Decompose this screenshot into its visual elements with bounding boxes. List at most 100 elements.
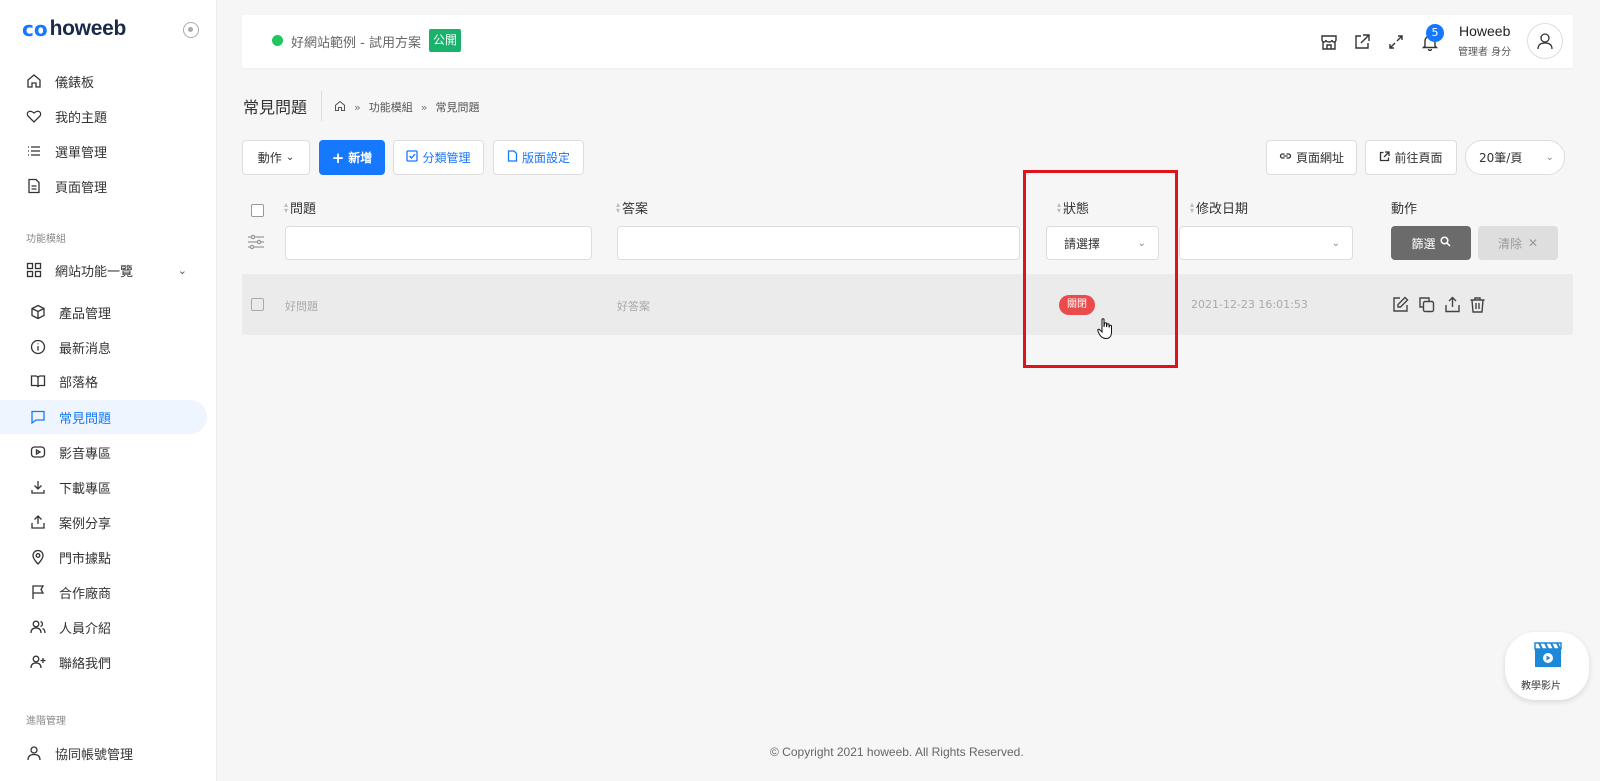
trash-icon[interactable] bbox=[1467, 294, 1487, 314]
sidebar-item-products[interactable]: 產品管理 bbox=[0, 295, 207, 329]
chevron-down-icon: ⌄ bbox=[285, 152, 295, 163]
cell-modified-date: 2021-12-23 16:01:53 bbox=[1191, 298, 1308, 311]
filter-button[interactable]: 篩選 bbox=[1391, 226, 1471, 260]
sidebar-item-label: 影音專區 bbox=[59, 446, 112, 462]
sidebar-item-collab-accounts[interactable]: 協同帳號管理 bbox=[0, 736, 207, 770]
clear-button-label: 清除 bbox=[1497, 236, 1522, 251]
clear-button[interactable]: 清除 ✕ bbox=[1478, 226, 1558, 260]
sidebar-item-label: 協同帳號管理 bbox=[55, 747, 134, 763]
per-page-value: 20筆/頁 bbox=[1479, 151, 1523, 165]
external-link-icon[interactable] bbox=[1351, 31, 1373, 53]
sidebar-collapse-icon[interactable] bbox=[183, 22, 199, 38]
column-header-modified[interactable]: ▴ ▾ 修改日期 bbox=[1190, 198, 1248, 217]
sidebar-item-contact[interactable]: 聯絡我們 bbox=[0, 645, 207, 679]
column-header-question[interactable]: ▴ ▾ 問題 bbox=[284, 198, 316, 217]
sidebar-item-pages[interactable]: 頁面管理 bbox=[0, 169, 207, 203]
external-link-icon bbox=[1379, 150, 1391, 165]
copy-icon[interactable] bbox=[1416, 294, 1436, 314]
heart-icon bbox=[25, 107, 43, 125]
column-title: 問題 bbox=[290, 202, 317, 217]
grid-icon bbox=[25, 261, 43, 279]
flag-icon bbox=[29, 583, 47, 601]
user-name[interactable]: Howeeb bbox=[1459, 23, 1510, 39]
sidebar-item-label: 產品管理 bbox=[59, 306, 112, 322]
logo-mark: co bbox=[22, 17, 48, 41]
question-filter-input[interactable] bbox=[285, 226, 592, 260]
answer-filter-input[interactable] bbox=[617, 226, 1020, 260]
sidebar-item-stores[interactable]: 門市據點 bbox=[0, 540, 207, 574]
sidebar-item-label: 聯絡我們 bbox=[59, 656, 112, 672]
add-button[interactable]: + 新增 bbox=[319, 140, 385, 175]
chevron-down-icon: ⌄ bbox=[177, 263, 187, 277]
sidebar-item-label: 下載專區 bbox=[59, 481, 112, 497]
sidebar-item-team[interactable]: 人員介紹 bbox=[0, 610, 207, 644]
category-management-label: 分類管理 bbox=[422, 151, 471, 165]
brand-logo[interactable]: co howeeb bbox=[22, 17, 126, 41]
sidebar-item-menus[interactable]: 選單管理 bbox=[0, 134, 207, 168]
footer-copyright: © Copyright 2021 howeeb. All Rights Rese… bbox=[770, 745, 1024, 759]
clapperboard-icon bbox=[1533, 639, 1563, 673]
store-icon[interactable] bbox=[1318, 31, 1340, 53]
user-icon bbox=[25, 744, 43, 762]
sidebar-item-themes[interactable]: 我的主題 bbox=[0, 99, 207, 133]
tutorial-video-button[interactable]: 教學影片 bbox=[1505, 632, 1589, 700]
sort-icon: ▴ ▾ bbox=[1190, 199, 1195, 215]
video-icon bbox=[29, 443, 47, 461]
sidebar-item-label: 我的主題 bbox=[55, 110, 108, 126]
sidebar-item-label: 常見問題 bbox=[59, 411, 112, 427]
table-row[interactable]: 好問題 好答案 關閉 2021-12-23 16:01:53 bbox=[242, 274, 1573, 335]
goto-page-button[interactable]: 前往頁面 bbox=[1365, 140, 1457, 175]
select-all-checkbox[interactable] bbox=[251, 204, 264, 217]
tutorial-label: 教學影片 bbox=[1521, 681, 1561, 692]
export-icon[interactable] bbox=[1442, 294, 1462, 314]
bulk-actions-label: 動作 bbox=[257, 151, 282, 165]
sidebar-group-site-features[interactable]: 網站功能一覽 ⌄ bbox=[0, 253, 207, 287]
box-icon bbox=[29, 303, 47, 321]
bulk-actions-dropdown[interactable]: 動作 ⌄ bbox=[242, 140, 310, 175]
edit-icon[interactable] bbox=[1390, 294, 1410, 314]
sidebar-item-blog[interactable]: 部落格 bbox=[0, 364, 207, 398]
sidebar-item-label: 案例分享 bbox=[59, 516, 112, 532]
row-checkbox[interactable] bbox=[251, 298, 264, 311]
cell-answer: 好答案 bbox=[617, 300, 650, 313]
filter-sliders-icon[interactable] bbox=[247, 234, 265, 254]
page-url-button[interactable]: 頁面網址 bbox=[1266, 140, 1357, 175]
top-header: 好網站範例 - 試用方案 公開 5 Howeeb 管理者 身分 bbox=[242, 15, 1573, 68]
file-icon bbox=[507, 150, 518, 165]
breadcrumb-item-modules[interactable]: 功能模組 bbox=[369, 99, 413, 115]
sidebar-item-cases[interactable]: 案例分享 bbox=[0, 505, 207, 539]
sidebar-item-partners[interactable]: 合作廠商 bbox=[0, 575, 207, 609]
avatar[interactable] bbox=[1527, 23, 1563, 59]
sidebar: co howeeb 儀錶板 我的主題 選單管理 頁面管理 功能模組 網站功能一覽… bbox=[0, 0, 217, 781]
table-header: ▴ ▾ 問題 ▴ ▾ 答案 ▴ ▾ 狀態 ▴ ▾ 修改日期 動作 請選擇 ⌄ ⌄ 篩選 … bbox=[242, 190, 1573, 270]
sidebar-item-downloads[interactable]: 下載專區 bbox=[0, 470, 207, 504]
users-icon bbox=[29, 618, 47, 636]
sidebar-item-faq[interactable]: 常見問題 bbox=[0, 400, 207, 434]
info-icon bbox=[29, 338, 47, 356]
fullscreen-icon[interactable] bbox=[1385, 31, 1407, 53]
category-management-button[interactable]: 分類管理 bbox=[393, 140, 484, 175]
sidebar-item-label: 合作廠商 bbox=[59, 586, 112, 602]
sidebar-item-label: 部落格 bbox=[59, 375, 99, 391]
sidebar-item-videos[interactable]: 影音專區 bbox=[0, 435, 207, 469]
breadcrumb-separator: » bbox=[420, 100, 428, 114]
breadcrumb-item-faq: 常見問題 bbox=[435, 101, 480, 114]
download-icon bbox=[29, 478, 47, 496]
sidebar-item-label: 門市據點 bbox=[59, 551, 112, 567]
sidebar-item-dashboard[interactable]: 儀錶板 bbox=[0, 64, 207, 98]
site-name[interactable]: 好網站範例 - 試用方案 bbox=[291, 32, 421, 51]
share-icon bbox=[29, 513, 47, 531]
per-page-select[interactable]: 20筆/頁 ⌄ bbox=[1465, 140, 1565, 175]
public-badge: 公開 bbox=[429, 29, 462, 52]
home-icon[interactable] bbox=[334, 100, 346, 115]
page-url-label: 頁面網址 bbox=[1295, 151, 1344, 165]
user-plus-icon bbox=[29, 653, 47, 671]
sidebar-item-label: 儀錶板 bbox=[55, 75, 95, 91]
location-icon bbox=[29, 548, 47, 566]
layout-settings-button[interactable]: 版面設定 bbox=[493, 140, 584, 175]
column-header-answer[interactable]: ▴ ▾ 答案 bbox=[616, 198, 648, 217]
section-label-modules: 功能模組 bbox=[26, 234, 66, 245]
sidebar-item-news[interactable]: 最新消息 bbox=[0, 330, 207, 364]
title-divider bbox=[321, 91, 322, 121]
date-filter-select[interactable]: ⌄ bbox=[1179, 226, 1353, 260]
